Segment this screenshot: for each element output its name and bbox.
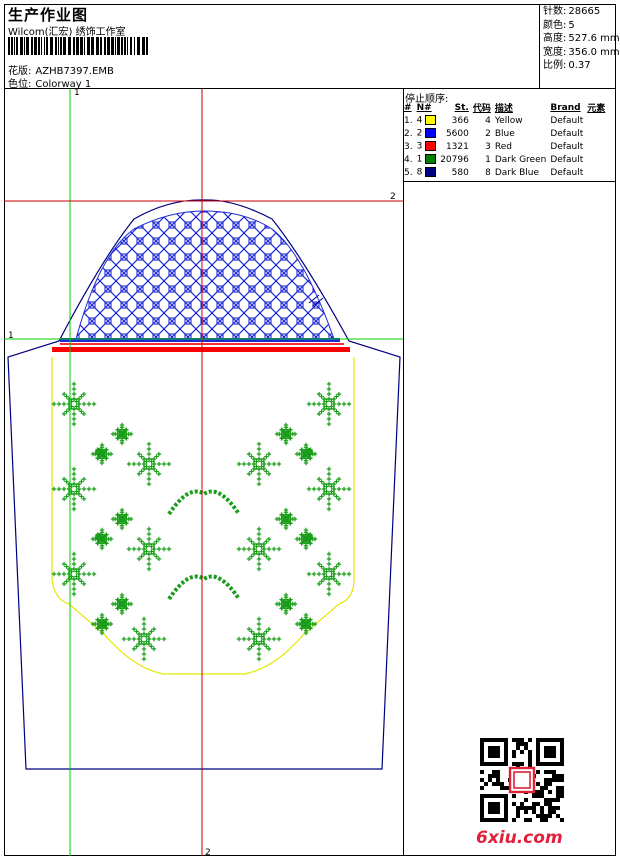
floral-motif — [236, 616, 282, 662]
motif-dot — [95, 448, 103, 456]
qr-code — [480, 738, 564, 822]
floral-motif — [306, 466, 352, 512]
stat-scale: 比例: 0.37 — [543, 60, 591, 71]
col-code: 代码 — [472, 104, 491, 114]
floral-motif — [236, 526, 282, 572]
stat-colors: 颜色: 5 — [543, 19, 575, 31]
motif-dot — [95, 533, 103, 541]
floral-motif — [51, 466, 97, 512]
floral-motif — [110, 422, 134, 446]
guide-label-h1: 1 — [8, 331, 14, 341]
floral-motif — [306, 551, 352, 597]
floral-motif — [274, 507, 298, 531]
red-band — [52, 347, 350, 352]
watermark-logo: 6xiu.com — [476, 828, 563, 848]
col-needle: N# — [416, 102, 432, 113]
color-swatch — [425, 167, 437, 178]
stat-stitches: 针数: 28665 — [543, 6, 601, 17]
blue-lattice-yoke — [75, 210, 335, 340]
color-stop-table: # N# St. 代码 描述 Brand 元素 1. 4 366 4 Yellow De… — [402, 101, 607, 179]
barcode — [8, 37, 148, 55]
floral-motif — [121, 616, 167, 662]
color-swatch — [425, 154, 437, 165]
col-desc: 描述 — [494, 104, 513, 114]
legend-row: 1. 4 366 4 Yellow Default — [404, 115, 584, 126]
motif-dot — [305, 533, 313, 541]
floral-motif — [110, 592, 134, 616]
stat-height: 高度: 527.6 mm — [543, 33, 620, 44]
col-brand: Brand — [550, 102, 581, 113]
color-swatch — [425, 115, 437, 126]
legend-column-divider — [403, 88, 404, 856]
col-element: 元素 — [587, 104, 606, 114]
guide-label-h2: 2 — [390, 192, 396, 202]
motif-dot — [100, 620, 108, 628]
color-swatch — [425, 128, 437, 139]
floral-motif — [274, 422, 298, 446]
legend-row: 2. 2 5600 2 Blue Default — [404, 128, 584, 139]
floral-motif — [51, 381, 97, 427]
color-swatch — [425, 141, 437, 152]
legend-header-row: # N# St. 代码 描述 Brand 元素 — [402, 101, 607, 115]
col-index: # — [404, 102, 412, 113]
col-stitches: St. — [454, 102, 469, 113]
legend-row: 4. 1 20796 1 Dark Green Default — [404, 154, 584, 165]
colorway-label: 色位: — [8, 79, 32, 90]
floral-motif — [236, 441, 282, 487]
floral-motif — [126, 526, 172, 572]
guide-label-v1: 1 — [74, 88, 80, 98]
floral-motif — [274, 592, 298, 616]
motif-dot — [305, 448, 313, 456]
company-name: Wilcom(汇宏) 绣饰工作室 — [8, 27, 126, 38]
motif-dot — [300, 620, 308, 628]
guide-label-v2: 2 — [205, 848, 211, 858]
stats-panel: 针数: 28665 颜色: 5 高度: 527.6 mm 宽度: 356.0 mm 比例… — [543, 5, 620, 73]
floral-motif — [51, 551, 97, 597]
design-canvas — [4, 89, 403, 856]
legend-bottom-divider — [403, 181, 616, 182]
stat-width: 宽度: 356.0 mm — [543, 46, 620, 58]
central-vine — [167, 489, 241, 601]
legend-row: 5. 8 580 8 Dark Blue Default — [404, 167, 584, 178]
page-title: 生产作业图 — [8, 6, 89, 24]
floral-motif — [110, 507, 134, 531]
floral-motif — [306, 381, 352, 427]
legend-row: 3. 3 1321 3 Red Default — [404, 141, 584, 152]
stats-divider — [539, 4, 540, 88]
floral-motif — [126, 441, 172, 487]
